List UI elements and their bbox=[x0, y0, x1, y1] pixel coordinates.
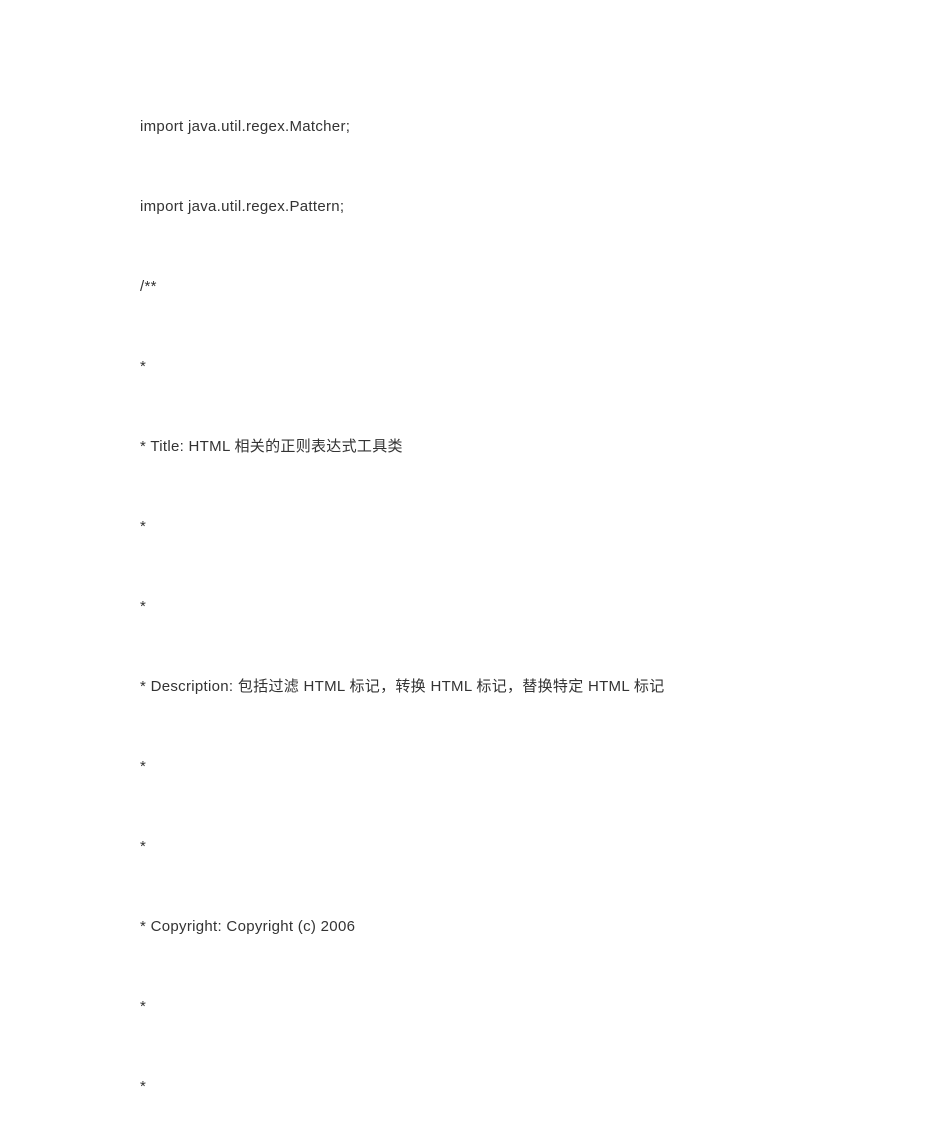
code-line: * bbox=[140, 515, 805, 539]
code-line: * bbox=[140, 755, 805, 779]
code-line: * bbox=[140, 995, 805, 1019]
code-line: * bbox=[140, 1075, 805, 1099]
code-line: import java.util.regex.Matcher; bbox=[140, 115, 805, 139]
code-line: * bbox=[140, 835, 805, 859]
code-line: * bbox=[140, 355, 805, 379]
code-line: * bbox=[140, 595, 805, 619]
code-line: * Title: HTML 相关的正则表达式工具类 bbox=[140, 435, 805, 459]
code-line: import java.util.regex.Pattern; bbox=[140, 195, 805, 219]
code-line: * Description: 包括过滤 HTML 标记，转换 HTML 标记，替… bbox=[140, 675, 805, 699]
code-line: * Copyright: Copyright (c) 2006 bbox=[140, 915, 805, 939]
code-line: /** bbox=[140, 275, 805, 299]
